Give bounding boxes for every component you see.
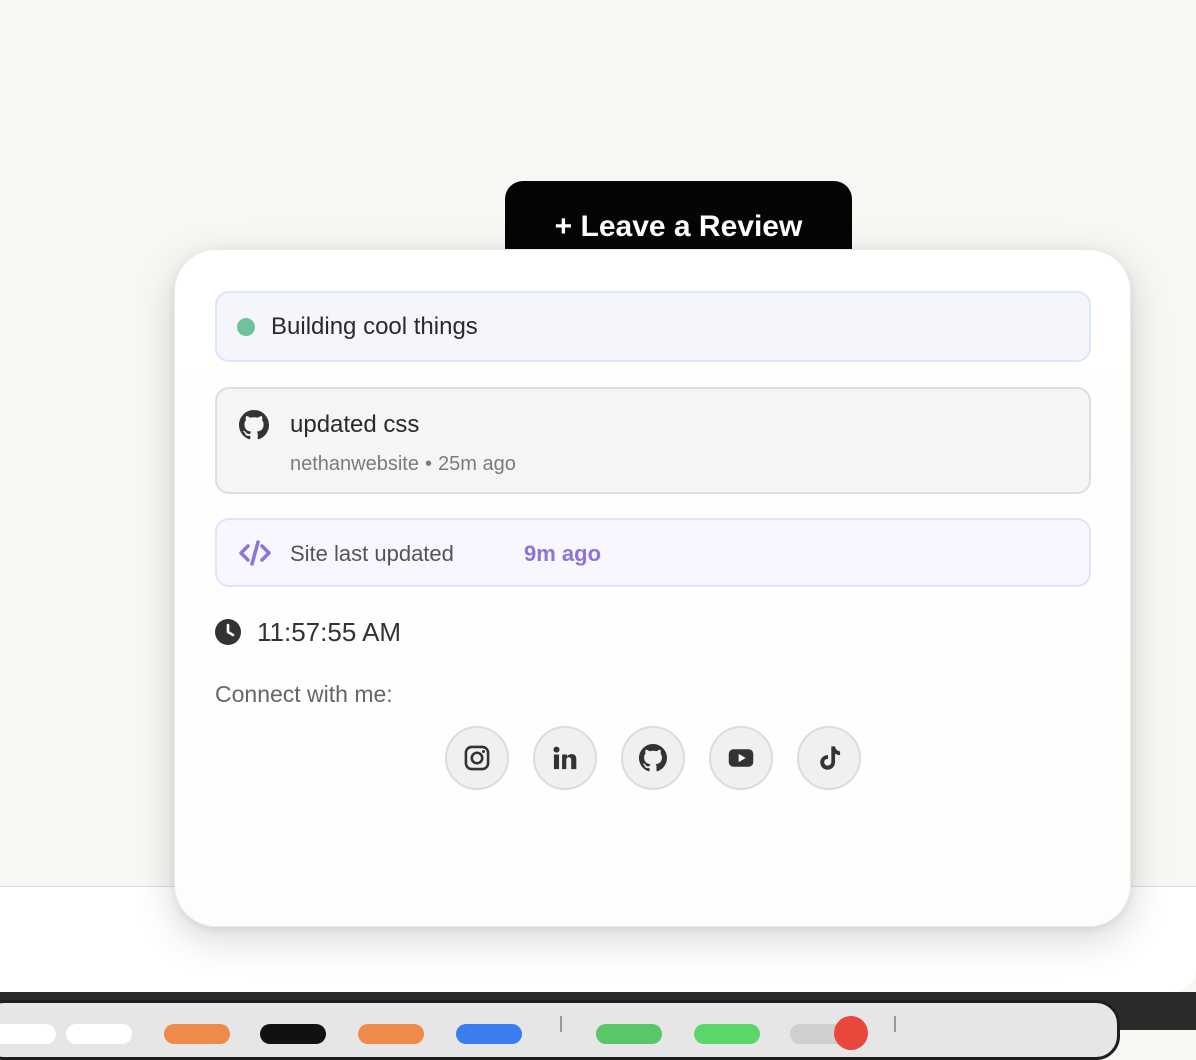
dock-app-7[interactable] (596, 1024, 662, 1044)
status-indicator-dot (237, 317, 255, 336)
tiktok-button[interactable] (797, 726, 861, 790)
dock-app-1[interactable] (0, 1024, 56, 1044)
current-time: 11:57:55 AM (257, 617, 402, 647)
youtube-button[interactable] (709, 726, 773, 790)
github-icon (639, 744, 667, 772)
commit-repo: nethanwebsite (290, 453, 419, 475)
connect-label: Connect with me: (215, 681, 393, 707)
latest-commit[interactable]: updated css nethanwebsite • 25m ago (215, 387, 1091, 494)
linkedin-button[interactable] (533, 726, 597, 790)
instagram-button[interactable] (445, 726, 509, 790)
status-text: Building cool things (271, 312, 478, 340)
commit-message: updated css (290, 411, 420, 438)
dock-app-3[interactable] (164, 1024, 230, 1044)
site-update-value: 9m ago (524, 541, 602, 566)
github-icon (239, 410, 269, 440)
commit-time: 25m ago (438, 453, 516, 475)
instagram-icon (464, 745, 490, 771)
meta-separator: • (424, 453, 432, 475)
youtube-icon (728, 749, 754, 767)
tiktok-icon (820, 746, 841, 770)
dock-app-4[interactable] (260, 1024, 326, 1044)
github-button[interactable] (621, 726, 685, 790)
dock-app-2[interactable] (66, 1024, 132, 1044)
profile-card: Building cool things updated css nethanw… (174, 249, 1131, 927)
dock-app-8[interactable] (694, 1024, 760, 1044)
site-update-banner: Site last updated 9m ago (215, 518, 1091, 587)
status-banner: Building cool things (215, 291, 1091, 362)
notification-badge (834, 1016, 868, 1050)
dock-app-5[interactable] (358, 1024, 424, 1044)
clock-icon (215, 619, 241, 645)
dock-app-6[interactable] (456, 1024, 522, 1044)
commit-meta: nethanwebsite • 25m ago (290, 453, 516, 476)
site-update-label: Site last updated (290, 541, 454, 566)
code-icon (239, 540, 271, 566)
linkedin-icon (553, 746, 577, 770)
